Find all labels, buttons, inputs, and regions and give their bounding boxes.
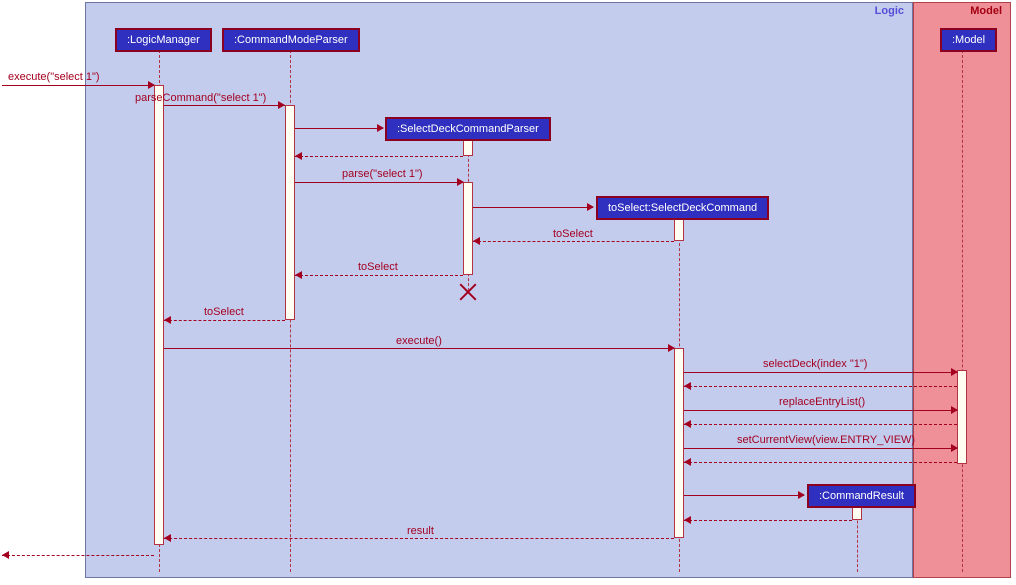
arrow-parse <box>295 182 463 183</box>
arrow-selectdeck-ret <box>684 386 957 387</box>
activation-logic-manager <box>154 85 164 545</box>
arrow-toselect3 <box>164 320 285 321</box>
arrow-create-sdcp <box>295 128 383 129</box>
arrow-execute1 <box>2 85 154 86</box>
arrow-selectdeck <box>684 372 957 373</box>
participant-model: :Model <box>940 28 997 52</box>
arrow-setview-ret <box>684 462 957 463</box>
arrowhead-toselect1 <box>473 237 480 245</box>
arrowhead-result <box>164 534 171 542</box>
activation-model <box>957 370 967 464</box>
participant-command-mode-parser: :CommandModeParser <box>222 28 360 52</box>
arrowhead-replace <box>951 406 958 414</box>
destroy-icon <box>459 283 477 301</box>
arrowhead-execute2 <box>668 344 675 352</box>
participant-logic-manager: :LogicManager <box>115 28 212 52</box>
arrowhead-toselect2 <box>295 271 302 279</box>
arrow-replace <box>684 410 957 411</box>
arrow-replace-ret <box>684 424 957 425</box>
activation-command-mode-parser <box>285 105 295 320</box>
arrow-cr-ret <box>684 520 852 521</box>
frame-model-header: Model <box>914 3 1010 21</box>
arrowhead-create-sdc <box>587 203 594 211</box>
arrow-return-sdcp <box>295 156 463 157</box>
arrow-execute2 <box>164 348 674 349</box>
participant-select-deck-command: toSelect:SelectDeckCommand <box>596 196 769 220</box>
msg-toselect2: toSelect <box>358 261 398 273</box>
lifeline-model <box>962 50 963 572</box>
arrow-parsecommand <box>164 105 285 106</box>
arrowhead-setview <box>951 444 958 452</box>
msg-setcurrentview: setCurrentView(view.ENTRY_VIEW) <box>737 434 915 446</box>
participant-select-deck-command-parser: :SelectDeckCommandParser <box>385 117 551 141</box>
arrowhead-execute1 <box>148 81 155 89</box>
arrowhead-final-ret <box>2 551 9 559</box>
activation-cr <box>852 506 862 520</box>
msg-result: result <box>407 525 434 537</box>
arrowhead-cr-ret <box>684 516 691 524</box>
arrowhead-parsecommand <box>278 101 285 109</box>
arrowhead-return-sdcp <box>295 152 302 160</box>
frame-logic-header: Logic <box>86 3 912 21</box>
msg-execute1: execute("select 1") <box>8 71 100 83</box>
activation-sdc-2 <box>674 348 684 538</box>
arrow-setview <box>684 448 957 449</box>
arrowhead-replace-ret <box>684 420 691 428</box>
arrowhead-setview-ret <box>684 458 691 466</box>
arrowhead-parse <box>457 178 464 186</box>
msg-parsecommand: parseCommand("select 1") <box>135 92 266 104</box>
msg-toselect1: toSelect <box>553 228 593 240</box>
arrow-create-sdc <box>473 207 593 208</box>
participant-command-result: :CommandResult <box>807 484 916 508</box>
arrowhead-toselect3 <box>164 316 171 324</box>
arrowhead-create-sdcp <box>377 124 384 132</box>
frame-logic: Logic <box>85 2 913 578</box>
msg-execute2: execute() <box>396 335 442 347</box>
activation-sdc-1 <box>674 218 684 241</box>
arrowhead-create-cr <box>798 491 805 499</box>
msg-parse: parse("select 1") <box>342 168 423 180</box>
arrow-toselect2 <box>295 275 463 276</box>
activation-sdcp-1 <box>463 139 473 156</box>
arrowhead-selectdeck <box>951 368 958 376</box>
arrowhead-selectdeck-ret <box>684 382 691 390</box>
msg-toselect3: toSelect <box>204 306 244 318</box>
arrow-create-cr <box>684 495 804 496</box>
arrow-final-ret <box>2 555 154 556</box>
activation-sdcp-2 <box>463 182 473 275</box>
arrow-toselect1 <box>473 241 674 242</box>
msg-replaceentrylist: replaceEntryList() <box>779 396 865 408</box>
msg-selectdeck: selectDeck(index "1") <box>763 358 867 370</box>
sequence-diagram: Logic Model :LogicManager :CommandModePa… <box>0 0 1016 585</box>
arrow-result <box>164 538 674 539</box>
